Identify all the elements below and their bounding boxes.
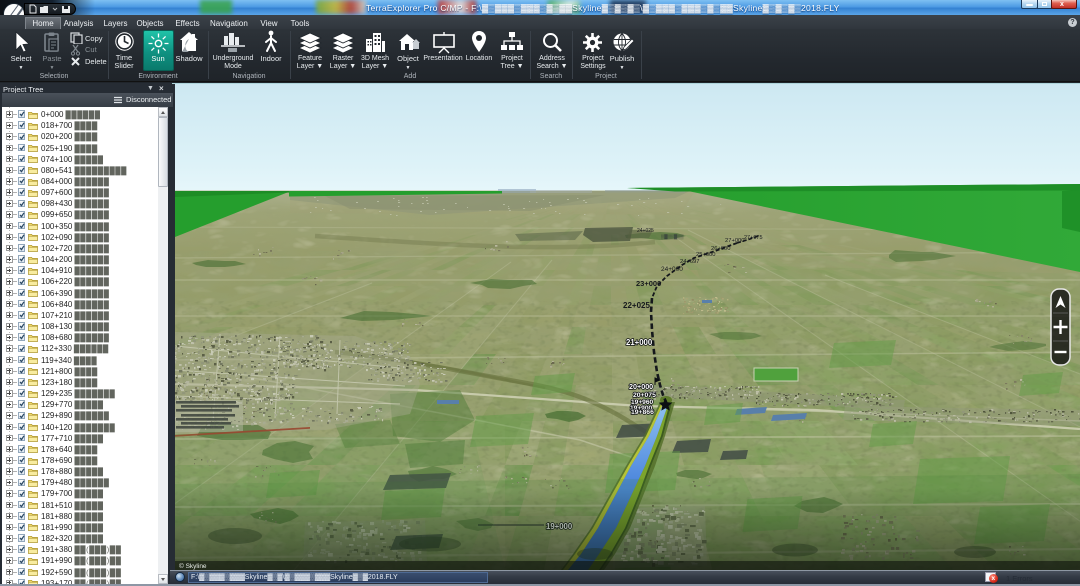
svg-text:20+075: 20+075 <box>633 392 656 399</box>
svg-text:23+000: 23+000 <box>636 279 661 288</box>
svg-text:27+075: 27+075 <box>744 235 763 241</box>
svg-text:27+000: 27+000 <box>725 238 745 244</box>
svg-text:24+025: 24+025 <box>637 228 654 234</box>
svg-text:26+000: 26+000 <box>711 246 731 252</box>
svg-text:24+697: 24+697 <box>680 259 700 265</box>
svg-text:19+866: 19+866 <box>631 409 654 416</box>
svg-text:25+000: 25+000 <box>696 252 716 258</box>
svg-text:21+000: 21+000 <box>626 338 653 347</box>
svg-text:22+025: 22+025 <box>623 301 650 310</box>
svg-text:24+000: 24+000 <box>661 266 683 273</box>
svg-text:© Skyline: © Skyline <box>179 562 207 570</box>
svg-text:20+000: 20+000 <box>629 382 653 391</box>
